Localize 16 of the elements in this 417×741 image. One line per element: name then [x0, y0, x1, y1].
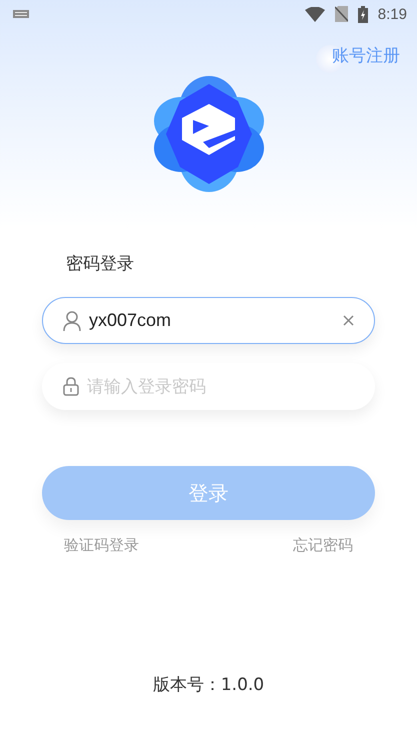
text-link[interactable]: 忘记密码: [293, 536, 353, 555]
register-link[interactable]: 账号注册: [316, 42, 400, 72]
keyboard-icon: [13, 10, 29, 18]
clear-icon[interactable]: [343, 315, 354, 326]
username-field[interactable]: yx007com: [42, 297, 375, 344]
wifi-icon: [304, 6, 325, 22]
username-input[interactable]: yx007com: [89, 310, 335, 331]
user-icon: [63, 310, 81, 330]
lock-icon: [63, 377, 79, 396]
status-time: 8:19: [378, 6, 407, 22]
no-sim-icon: [334, 6, 348, 22]
logo-icon: [154, 76, 264, 192]
version-text: 版本号：1.0.0: [152, 674, 264, 696]
login-title: 密码登录: [66, 253, 135, 275]
text-link[interactable]: 验证码登录: [64, 536, 139, 555]
battery-charging-icon: [358, 6, 368, 22]
